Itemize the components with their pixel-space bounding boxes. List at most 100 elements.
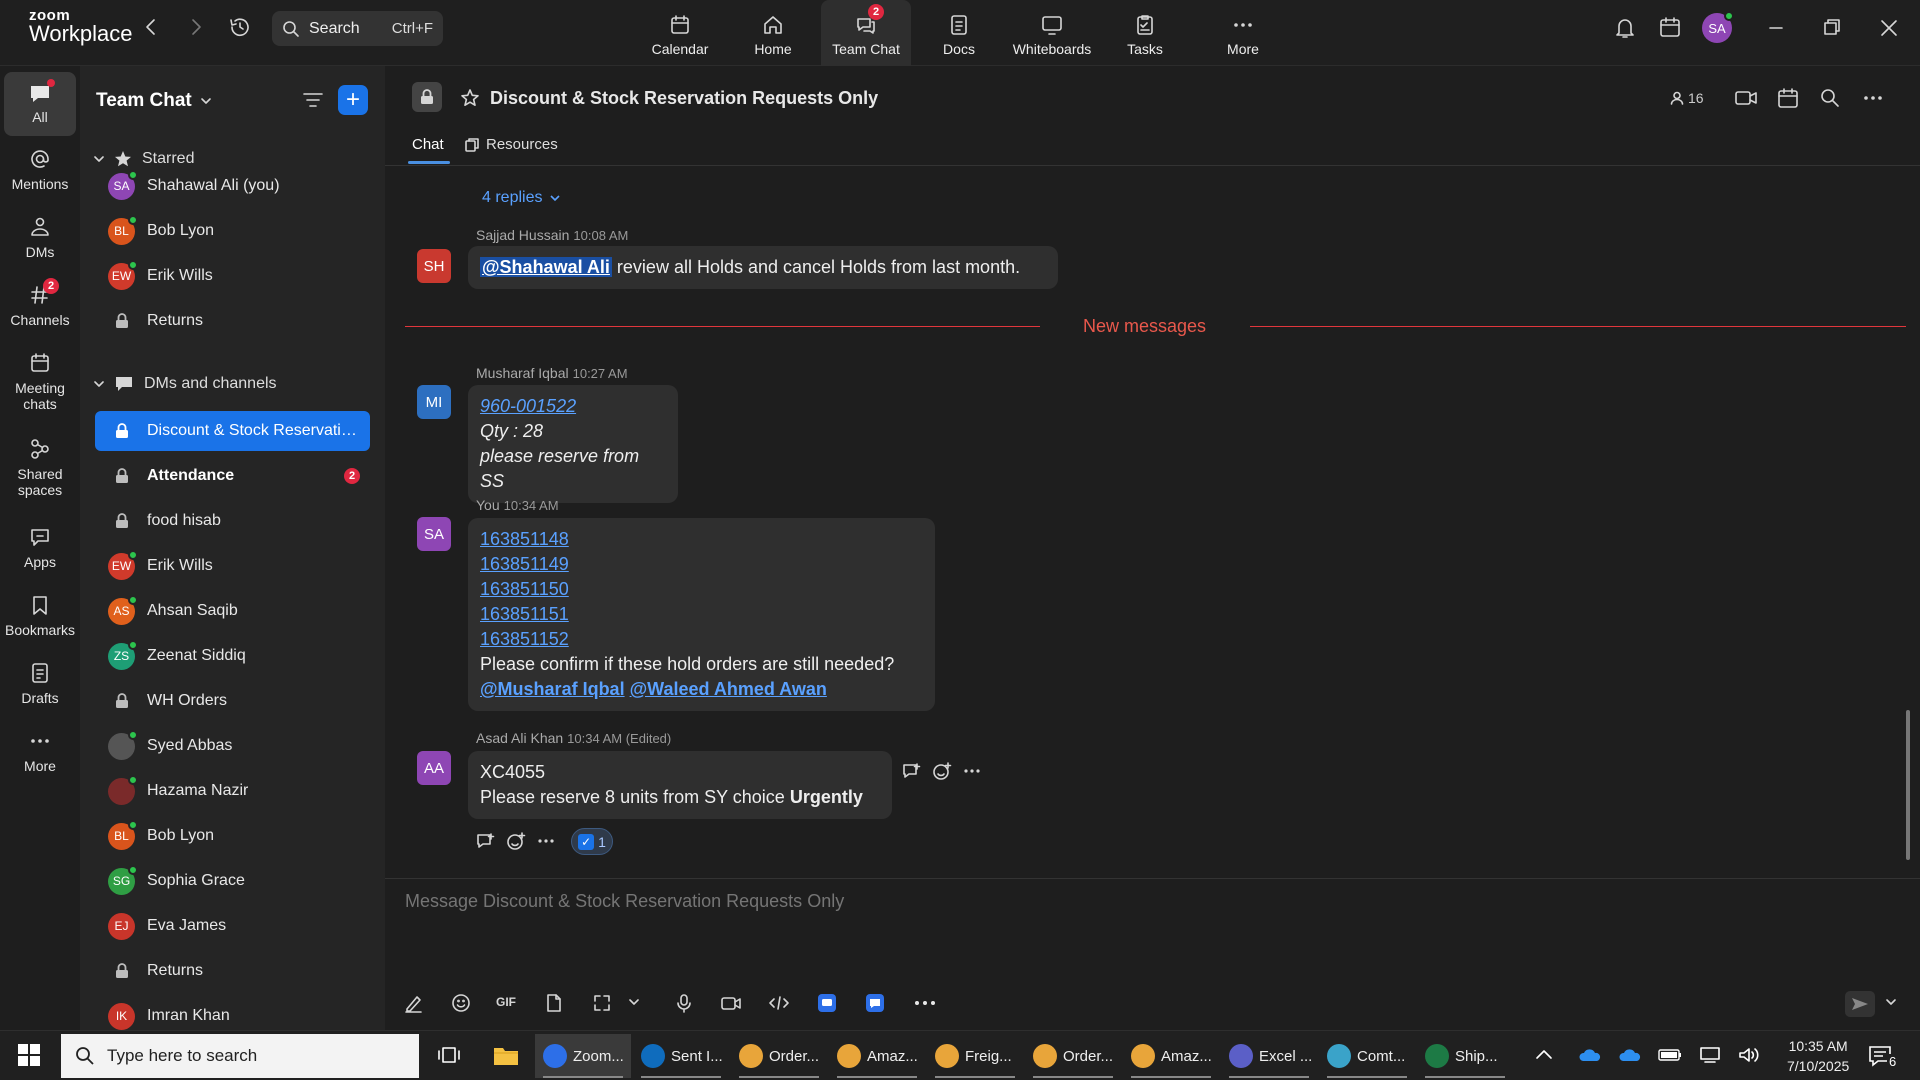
list-item[interactable]: Attendance 2: [95, 456, 370, 496]
system-clock[interactable]: 10:35 AM 7/10/2025: [1787, 1036, 1849, 1076]
task-view-icon[interactable]: [437, 1045, 461, 1067]
minimize-icon[interactable]: [1766, 16, 1786, 40]
order-link[interactable]: 163851151: [480, 602, 923, 627]
more-options-icon[interactable]: [1862, 88, 1884, 108]
schedule-meeting-icon[interactable]: [1777, 87, 1799, 109]
microphone-icon[interactable]: [675, 993, 693, 1013]
replies-link[interactable]: 4 replies: [482, 189, 561, 207]
message-author[interactable]: You: [476, 497, 500, 513]
tab-home[interactable]: Home: [728, 0, 818, 66]
avatar[interactable]: SH: [417, 249, 451, 283]
gif-button[interactable]: GIF: [496, 995, 516, 1009]
rail-item-meeting-chats[interactable]: Meeting chats: [4, 352, 76, 412]
screenshot-icon[interactable]: [592, 993, 612, 1013]
rail-item-mentions[interactable]: Mentions: [4, 148, 76, 192]
avatar[interactable]: AA: [417, 751, 451, 785]
avatar[interactable]: SA: [417, 517, 451, 551]
list-item[interactable]: BL Bob Lyon: [95, 211, 370, 251]
list-item[interactable]: ZS Zeenat Siddiq: [95, 636, 370, 676]
more-actions-icon[interactable]: [963, 766, 981, 776]
search-box[interactable]: Search Ctrl+F: [272, 11, 443, 46]
rail-item-dms[interactable]: DMs: [4, 216, 76, 260]
taskbar-app[interactable]: Excel ...: [1221, 1034, 1317, 1078]
code-snippet-icon[interactable]: [768, 993, 790, 1013]
taskbar-app[interactable]: Sent I...: [633, 1034, 729, 1078]
list-item[interactable]: SA Shahawal Ali (you): [95, 166, 370, 206]
chevron-down-icon[interactable]: [1885, 997, 1897, 1007]
app-icon[interactable]: [865, 993, 885, 1013]
app-icon[interactable]: [817, 993, 837, 1013]
chevron-up-icon[interactable]: [1534, 1045, 1554, 1065]
volume-icon[interactable]: [1738, 1046, 1760, 1064]
message-author[interactable]: Asad Ali Khan: [476, 730, 563, 746]
add-reaction-icon[interactable]: [506, 832, 526, 850]
new-chat-button[interactable]: +: [338, 85, 368, 115]
video-icon[interactable]: [1734, 88, 1758, 108]
list-item[interactable]: EW Erik Wills: [95, 256, 370, 296]
more-icon[interactable]: [914, 999, 936, 1007]
history-icon[interactable]: [228, 15, 252, 39]
checkmark-reaction[interactable]: ✓ 1: [571, 828, 613, 855]
message-scrollbar[interactable]: [1906, 710, 1910, 860]
order-link[interactable]: 163851150: [480, 577, 923, 602]
message-bubble[interactable]: 163851148 163851149 163851150 163851151 …: [468, 518, 935, 711]
message-input[interactable]: [405, 891, 1885, 912]
taskbar-app[interactable]: Amaz...: [829, 1034, 925, 1078]
mention-link[interactable]: @Waleed Ahmed Awan: [630, 679, 827, 699]
mention-link[interactable]: @Shahawal Ali: [480, 257, 612, 277]
rail-item-bookmarks[interactable]: Bookmarks: [4, 594, 76, 638]
list-item[interactable]: Returns: [95, 301, 370, 341]
order-link[interactable]: 163851152: [480, 627, 923, 652]
rail-item-more[interactable]: More: [4, 730, 76, 774]
filter-icon[interactable]: [302, 90, 324, 110]
avatar[interactable]: MI: [417, 385, 451, 419]
add-reaction-icon[interactable]: [932, 762, 952, 780]
forward-arrow-icon[interactable]: [188, 15, 204, 39]
taskbar-app[interactable]: Order...: [731, 1034, 827, 1078]
more-actions-icon[interactable]: [537, 836, 555, 846]
battery-icon[interactable]: [1658, 1048, 1682, 1062]
order-link[interactable]: 163851149: [480, 552, 923, 577]
list-item[interactable]: SG Sophia Grace: [95, 861, 370, 901]
list-item[interactable]: AS Ahsan Saqib: [95, 591, 370, 631]
close-icon[interactable]: [1879, 16, 1899, 40]
sidebar-title[interactable]: Team Chat: [96, 90, 212, 112]
rail-item-all[interactable]: All: [4, 72, 76, 136]
back-arrow-icon[interactable]: [143, 15, 159, 39]
format-text-icon[interactable]: [403, 993, 423, 1013]
list-item[interactable]: EW Erik Wills: [95, 546, 370, 586]
chevron-down-icon[interactable]: [628, 997, 640, 1007]
tab-team-chat[interactable]: 2 Team Chat: [821, 0, 911, 66]
tab-whiteboards[interactable]: Whiteboards: [1007, 0, 1097, 66]
tab-docs[interactable]: Docs: [914, 0, 1004, 66]
notification-center-icon[interactable]: 6: [1868, 1044, 1899, 1070]
rail-item-apps[interactable]: Apps: [4, 526, 76, 570]
tab-tasks[interactable]: Tasks: [1100, 0, 1190, 66]
onedrive-icon[interactable]: [1618, 1047, 1642, 1063]
list-item[interactable]: Returns: [95, 951, 370, 991]
message-author[interactable]: Musharaf Iqbal: [476, 365, 569, 381]
avatar[interactable]: SA: [1702, 11, 1734, 43]
order-link[interactable]: 960-001522: [480, 394, 666, 419]
tab-more[interactable]: More: [1198, 0, 1288, 66]
restore-icon[interactable]: [1822, 16, 1842, 40]
rail-item-drafts[interactable]: Drafts: [4, 662, 76, 706]
file-icon[interactable]: [545, 993, 563, 1013]
taskbar-app[interactable]: Comt...: [1319, 1034, 1415, 1078]
taskbar-app[interactable]: Ship...: [1417, 1034, 1513, 1078]
taskbar-app[interactable]: Zoom...: [535, 1034, 631, 1078]
star-outline-icon[interactable]: [460, 88, 480, 108]
taskbar-app[interactable]: Freig...: [927, 1034, 1023, 1078]
message-bubble[interactable]: XC4055 Please reserve 8 units from SY ch…: [468, 751, 892, 819]
onedrive-icon[interactable]: [1578, 1047, 1602, 1063]
list-item[interactable]: Hazama Nazir: [95, 771, 370, 811]
bell-icon[interactable]: [1614, 16, 1636, 40]
search-icon[interactable]: [1820, 88, 1840, 108]
emoji-icon[interactable]: [451, 993, 471, 1013]
message-bubble[interactable]: 960-001522 Qty : 28 please reserve from …: [468, 385, 678, 503]
reply-icon[interactable]: [476, 832, 496, 850]
video-message-icon[interactable]: [720, 993, 742, 1013]
dms-channels-section-header[interactable]: DMs and channels: [94, 375, 277, 393]
members-button[interactable]: 16: [1670, 90, 1704, 106]
list-item[interactable]: BL Bob Lyon: [95, 816, 370, 856]
